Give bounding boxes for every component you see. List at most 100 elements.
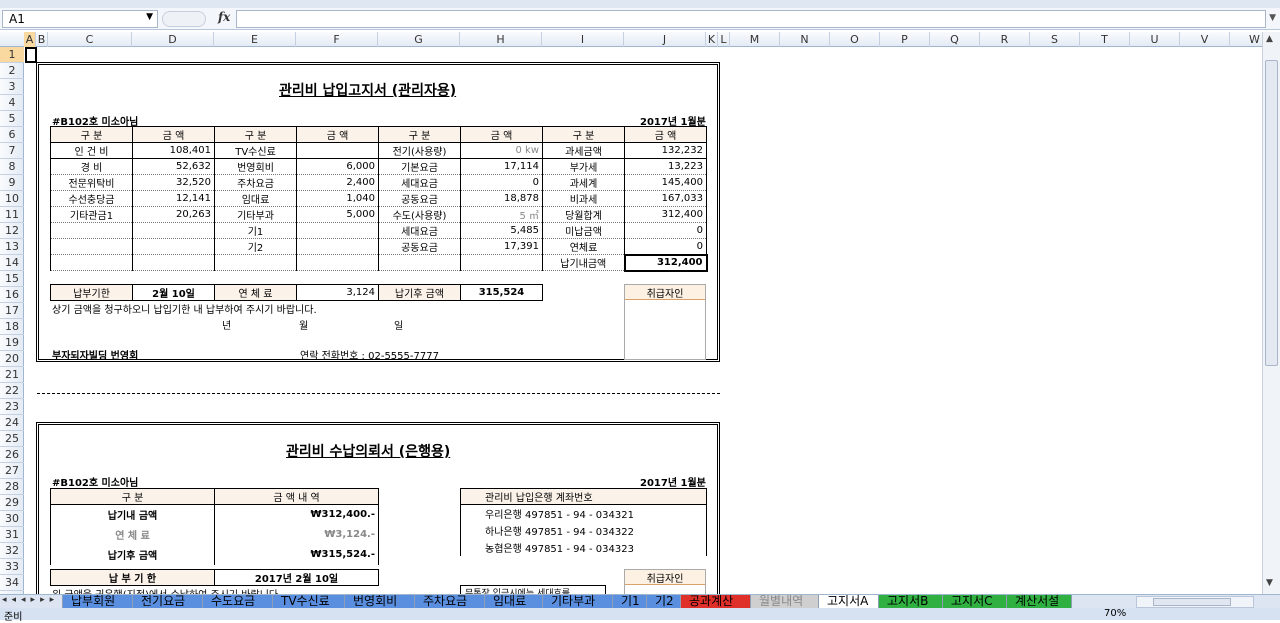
invoice-cell[interactable]: 5,485 — [460, 222, 543, 239]
invoice-cell[interactable]: 수선충당금 — [50, 190, 133, 207]
row-header-15[interactable]: 15 — [0, 271, 24, 287]
column-header-m[interactable]: M — [730, 32, 780, 47]
column-header-u[interactable]: U — [1130, 32, 1180, 47]
column-header-d[interactable]: D — [132, 32, 214, 47]
active-cell[interactable] — [25, 47, 37, 63]
row-header-25[interactable]: 25 — [0, 431, 24, 447]
invoice-cell[interactable]: 5,000 — [296, 206, 379, 223]
column-header-a[interactable]: A — [24, 32, 36, 47]
row-header-29[interactable]: 29 — [0, 495, 24, 511]
invoice-cell[interactable]: TV수신료 — [214, 142, 297, 159]
invoice-cell[interactable]: 17,114 — [460, 158, 543, 175]
column-header-h[interactable]: H — [460, 32, 542, 47]
row-header-6[interactable]: 6 — [0, 127, 24, 143]
row-header-4[interactable]: 4 — [0, 95, 24, 111]
row-header-5[interactable]: 5 — [0, 111, 24, 127]
column-header-b[interactable]: B — [36, 32, 48, 47]
invoice-cell[interactable]: 세대요금 — [378, 174, 461, 191]
invoice-cell[interactable]: 공동요금 — [378, 238, 461, 255]
invoice-cell[interactable]: 312,400 — [624, 206, 707, 223]
column-header-n[interactable]: N — [780, 32, 830, 47]
row-header-2[interactable]: 2 — [0, 63, 24, 79]
invoice-cell[interactable]: 132,232 — [624, 142, 707, 159]
row-header-14[interactable]: 14 — [0, 255, 24, 271]
insert-function-icon[interactable]: fx — [218, 10, 230, 24]
invoice-cell[interactable]: 18,878 — [460, 190, 543, 207]
invoice-cell[interactable]: 6,000 — [296, 158, 379, 175]
tab-sheet[interactable]: 기2 — [646, 595, 682, 609]
row-header-23[interactable]: 23 — [0, 399, 24, 415]
invoice-cell[interactable]: 20,263 — [132, 206, 215, 223]
invoice-cell[interactable] — [132, 222, 215, 239]
tab-sheet[interactable]: 공과계산 — [680, 595, 752, 609]
column-header-r[interactable]: R — [980, 32, 1030, 47]
tab-sheet[interactable]: 번영회비 — [344, 595, 416, 609]
column-header-i[interactable]: I — [542, 32, 624, 47]
tab-sheet[interactable]: 고지서C — [942, 595, 1008, 609]
hscroll-thumb[interactable] — [1153, 598, 1231, 606]
row-header-24[interactable]: 24 — [0, 415, 24, 431]
invoice-cell[interactable]: 임대료 — [214, 190, 297, 207]
row-header-21[interactable]: 21 — [0, 367, 24, 383]
row-header-34[interactable]: 34 — [0, 575, 24, 591]
invoice-cell[interactable]: 기1 — [214, 222, 297, 239]
tab-sheet[interactable]: 전기요금 — [132, 595, 204, 609]
row-header-9[interactable]: 9 — [0, 175, 24, 191]
invoice-cell[interactable] — [50, 254, 133, 271]
invoice-cell[interactable]: 기타관금1 — [50, 206, 133, 223]
name-box[interactable]: A1 ▼ — [2, 10, 158, 28]
row-header-26[interactable]: 26 — [0, 447, 24, 463]
column-header-k[interactable]: K — [706, 32, 718, 47]
tab-sheet[interactable]: 주차요금 — [414, 595, 486, 609]
invoice-cell[interactable]: 과세금액 — [542, 142, 625, 159]
tab-sheet[interactable]: 임대료 — [484, 595, 544, 609]
invoice-cell[interactable]: 167,033 — [624, 190, 707, 207]
horizontal-scrollbar[interactable] — [1136, 596, 1254, 608]
row-header-19[interactable]: 19 — [0, 335, 24, 351]
tab-sheet[interactable]: 기타부과 — [542, 595, 614, 609]
invoice-cell[interactable] — [296, 142, 379, 159]
invoice-cell[interactable]: 인 건 비 — [50, 142, 133, 159]
invoice-cell[interactable]: 공동요금 — [378, 190, 461, 207]
invoice-cell[interactable]: 미납금액 — [542, 222, 625, 239]
invoice-cell[interactable]: 1,040 — [296, 190, 379, 207]
zoom-level[interactable]: 70% — [1104, 608, 1126, 619]
tab-sheet[interactable]: 고지서B — [878, 595, 944, 609]
row-header-11[interactable]: 11 — [0, 207, 24, 223]
scroll-up-icon[interactable]: ▲ — [1266, 34, 1273, 44]
column-header-q[interactable]: Q — [930, 32, 980, 47]
column-header-p[interactable]: P — [880, 32, 930, 47]
invoice-cell[interactable]: 0 — [460, 174, 543, 191]
scroll-down-icon[interactable]: ▼ — [1266, 578, 1273, 588]
column-header-s[interactable]: S — [1030, 32, 1080, 47]
invoice-cell[interactable]: 납기내금액 — [542, 254, 625, 271]
invoice-cell[interactable]: 0 — [624, 222, 707, 239]
invoice-cell[interactable] — [132, 254, 215, 271]
invoice-cell[interactable] — [132, 238, 215, 255]
invoice-cell[interactable]: 과세계 — [542, 174, 625, 191]
invoice-cell[interactable]: 17,391 — [460, 238, 543, 255]
invoice-cell[interactable]: 비과세 — [542, 190, 625, 207]
invoice-cell[interactable]: 수도(사용량) — [378, 206, 461, 223]
row-header-20[interactable]: 20 — [0, 351, 24, 367]
row-header-33[interactable]: 33 — [0, 559, 24, 575]
invoice-cell[interactable]: 전문위탁비 — [50, 174, 133, 191]
row-header-31[interactable]: 31 — [0, 527, 24, 543]
invoice-cell[interactable] — [296, 222, 379, 239]
tab-sheet[interactable]: TV수신료 — [272, 595, 346, 609]
invoice-cell[interactable]: 연체료 — [542, 238, 625, 255]
invoice-cell[interactable]: 기2 — [214, 238, 297, 255]
invoice-cell[interactable] — [460, 254, 543, 271]
invoice-cell[interactable]: 부가세 — [542, 158, 625, 175]
invoice-cell[interactable]: 2,400 — [296, 174, 379, 191]
invoice-cell[interactable] — [214, 254, 297, 271]
invoice-cell[interactable]: 13,223 — [624, 158, 707, 175]
tab-sheet[interactable]: 계산서설 — [1006, 595, 1072, 609]
invoice-cell[interactable]: 전기(사용량) — [378, 142, 461, 159]
invoice-cell[interactable]: 52,632 — [132, 158, 215, 175]
invoice-cell[interactable]: 번영회비 — [214, 158, 297, 175]
invoice-cell[interactable]: 0 kw — [460, 142, 543, 159]
tab-navigation-icons[interactable]: ◂◂◂▸▸▸ — [2, 595, 59, 605]
tab-sheet[interactable]: 기1 — [612, 595, 648, 609]
invoice-cell[interactable] — [378, 254, 461, 271]
